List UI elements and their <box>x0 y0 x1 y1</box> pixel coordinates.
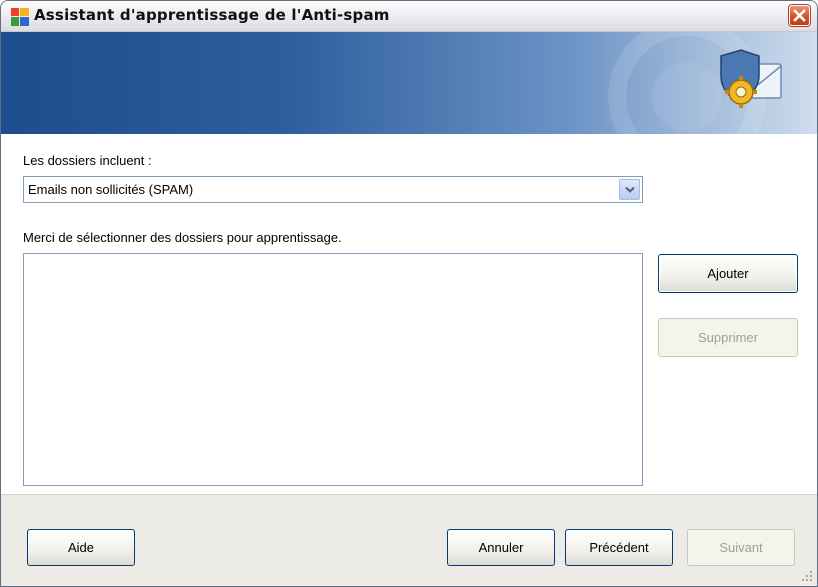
next-button-label: Suivant <box>719 540 763 555</box>
folders-label: Les dossiers incluent : <box>23 153 152 168</box>
remove-button[interactable]: Supprimer <box>658 318 798 357</box>
remove-button-label: Supprimer <box>698 330 758 345</box>
previous-button-label: Précédent <box>589 540 649 555</box>
previous-button[interactable]: Précédent <box>565 529 673 566</box>
help-button-label: Aide <box>67 540 95 555</box>
antispam-training-dialog: Assistant d'apprentissage de l'Anti-spam… <box>0 0 818 587</box>
select-folders-prompt: Merci de sélectionner des dossiers pour … <box>23 230 342 245</box>
next-button[interactable]: Suivant <box>687 529 795 566</box>
resize-grip-icon[interactable] <box>801 570 813 582</box>
add-button[interactable]: Ajouter <box>658 254 798 293</box>
add-button-label: Ajouter <box>707 266 749 281</box>
header-banner <box>1 32 817 134</box>
folders-select[interactable]: Emails non sollicités (SPAM) <box>23 176 643 203</box>
folders-select-dropdown-button[interactable] <box>619 179 640 200</box>
window-title: Assistant d'apprentissage de l'Anti-spam <box>34 6 390 24</box>
mail-shield-gear-icon <box>720 49 782 108</box>
avg-logo-icon <box>11 8 29 26</box>
folders-select-value: Emails non sollicités (SPAM) <box>28 182 194 197</box>
cancel-button[interactable]: Annuler <box>447 529 555 566</box>
close-icon <box>793 9 806 22</box>
training-folders-list[interactable] <box>23 253 643 486</box>
title-bar[interactable]: Assistant d'apprentissage de l'Anti-spam <box>1 1 817 32</box>
cancel-button-label: Annuler <box>478 540 524 555</box>
close-button[interactable] <box>789 5 810 26</box>
help-button[interactable]: Aide <box>27 529 135 566</box>
chevron-down-icon <box>625 186 635 193</box>
